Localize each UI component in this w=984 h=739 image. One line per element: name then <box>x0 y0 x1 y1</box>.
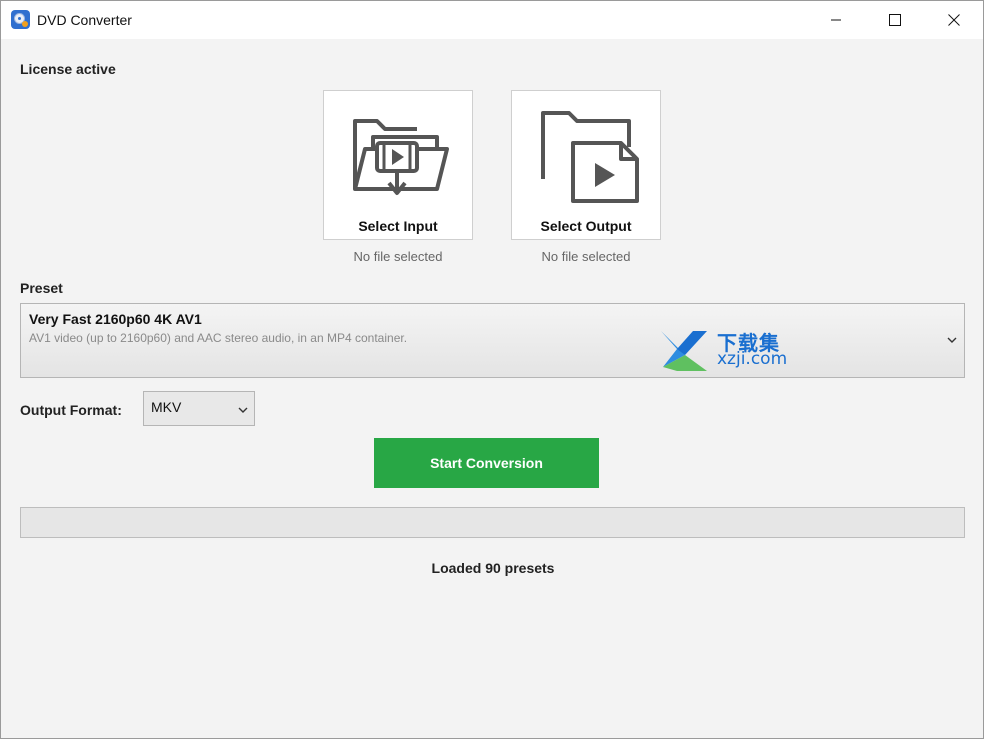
input-file-status: No file selected <box>353 249 443 264</box>
preset-selected-name: Very Fast 2160p60 4K AV1 <box>29 311 202 327</box>
select-output-label: Select Output <box>540 218 632 234</box>
output-format-value: MKV <box>151 399 182 415</box>
minimize-button[interactable] <box>813 1 859 39</box>
watermark: 下载集 xzji.com <box>657 327 797 373</box>
maximize-button[interactable] <box>872 1 918 39</box>
watermark-en-text: xzji.com <box>717 349 788 369</box>
chevron-down-icon <box>238 407 248 413</box>
output-file-status: No file selected <box>541 249 631 264</box>
select-output-button[interactable]: Select Output <box>511 90 661 240</box>
close-icon <box>948 14 960 26</box>
chevron-down-icon <box>947 337 957 343</box>
maximize-icon <box>889 14 901 26</box>
minimize-icon <box>831 19 841 21</box>
window-title: DVD Converter <box>37 12 132 28</box>
app-window: DVD Converter License active Select Inpu… <box>0 0 984 739</box>
dvd-disc-icon <box>11 10 30 29</box>
folder-video-file-icon <box>541 111 639 203</box>
select-input-button[interactable]: Select Input <box>323 90 473 240</box>
preset-label: Preset <box>20 280 63 296</box>
start-conversion-button[interactable]: Start Conversion <box>374 438 599 488</box>
close-button[interactable] <box>931 1 977 39</box>
output-format-label: Output Format: <box>20 402 122 418</box>
preset-selected-description: AV1 video (up to 2160p60) and AAC stereo… <box>29 331 408 345</box>
preset-dropdown[interactable]: Very Fast 2160p60 4K AV1 AV1 video (up t… <box>20 303 965 378</box>
output-format-select[interactable]: MKV <box>143 391 255 426</box>
conversion-progress-bar <box>20 507 965 538</box>
license-status: License active <box>20 61 116 77</box>
select-input-label: Select Input <box>358 218 438 234</box>
download-arrow-icon <box>661 331 707 371</box>
status-message: Loaded 90 presets <box>431 560 555 576</box>
title-bar[interactable]: DVD Converter <box>1 1 983 39</box>
folder-video-import-icon <box>353 119 449 195</box>
